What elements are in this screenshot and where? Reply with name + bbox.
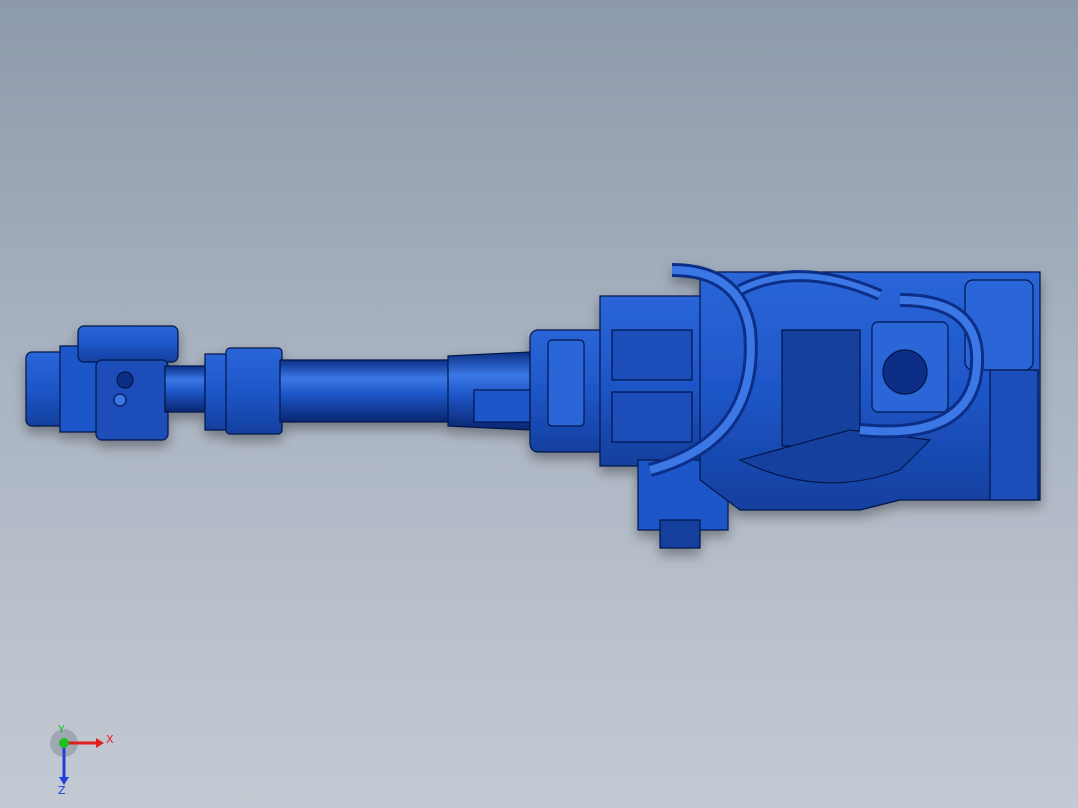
- elbow-housing: [529, 295, 729, 549]
- x-axis-label: X: [106, 733, 114, 746]
- z-axis-label: Z: [58, 784, 66, 795]
- coordinate-triad: X Y Z: [50, 725, 114, 795]
- y-axis-label: Y: [57, 725, 65, 736]
- wrist-assembly: [25, 325, 206, 441]
- forearm-tube: [204, 347, 531, 435]
- graphics-viewport[interactable]: X Y Z: [0, 0, 1078, 808]
- robot-arm-model[interactable]: [0, 0, 1078, 808]
